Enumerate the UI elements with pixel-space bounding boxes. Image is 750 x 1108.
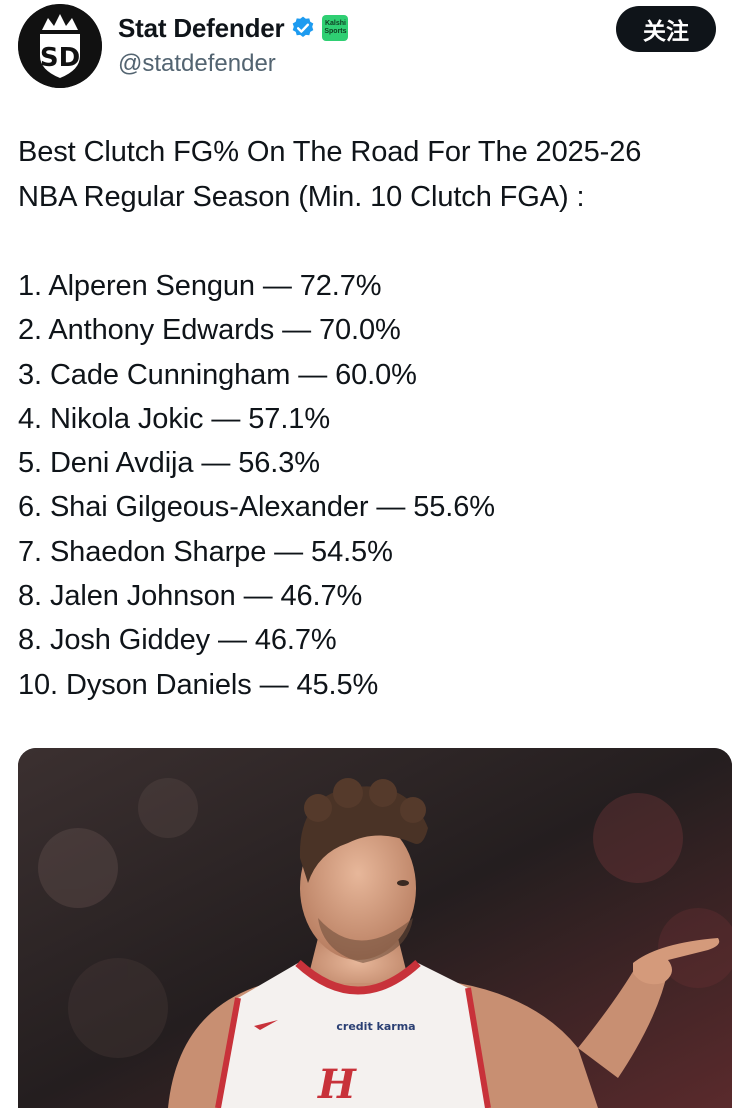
list-item: 5. Deni Avdija — 56.3% <box>18 447 320 480</box>
ranking-list: 1. Alperen Sengun — 72.7% 2. Anthony Edw… <box>18 264 730 707</box>
list-item: 8. Josh Giddey — 46.7% <box>18 624 337 657</box>
list-item: 2. Anthony Edwards — 70.0% <box>18 314 401 347</box>
tweet-heading-line: Best Clutch FG% On The Road For The 2025… <box>18 136 642 168</box>
tweet-header: SD Stat Defender Kalshi Sports @statdefe… <box>18 4 716 88</box>
tweet-text: Best Clutch FG% On The Road For The 2025… <box>18 130 730 707</box>
avatar[interactable]: SD <box>18 4 102 88</box>
list-item: 6. Shai Gilgeous-Alexander — 55.6% <box>18 491 495 524</box>
svg-text:H: H <box>317 1061 357 1108</box>
list-item: 7. Shaedon Sharpe — 54.5% <box>18 535 393 568</box>
list-item: 1. Alperen Sengun — 72.7% <box>18 270 382 302</box>
list-item: 4. Nikola Jokic — 57.1% <box>18 402 330 435</box>
player-photo: credit karma H <box>18 748 732 1108</box>
stat-defender-logo-icon: SD <box>18 4 102 88</box>
tweet-heading-line: NBA Regular Season (Min. 10 Clutch FGA) … <box>18 181 585 213</box>
jersey-sponsor: credit karma <box>336 1020 415 1033</box>
list-item: 10. Dyson Daniels — 45.5% <box>18 668 379 701</box>
verified-badge-icon[interactable] <box>290 15 316 41</box>
badge-label: Kalshi Sports <box>324 20 347 35</box>
tweet-photo[interactable]: credit karma H <box>18 748 732 1108</box>
list-item: 3. Cade Cunningham — 60.0% <box>18 358 417 391</box>
display-name[interactable]: Stat Defender <box>118 13 285 44</box>
follow-button[interactable]: 关注 <box>616 6 716 52</box>
account-names: Stat Defender Kalshi Sports @statdefende… <box>118 12 349 78</box>
list-item: 8. Jalen Johnson — 46.7% <box>18 580 363 613</box>
avatar-initials: SD <box>40 43 80 73</box>
kalshi-sports-badge-icon[interactable]: Kalshi Sports <box>322 15 349 41</box>
handle[interactable]: @statdefender <box>118 50 348 78</box>
